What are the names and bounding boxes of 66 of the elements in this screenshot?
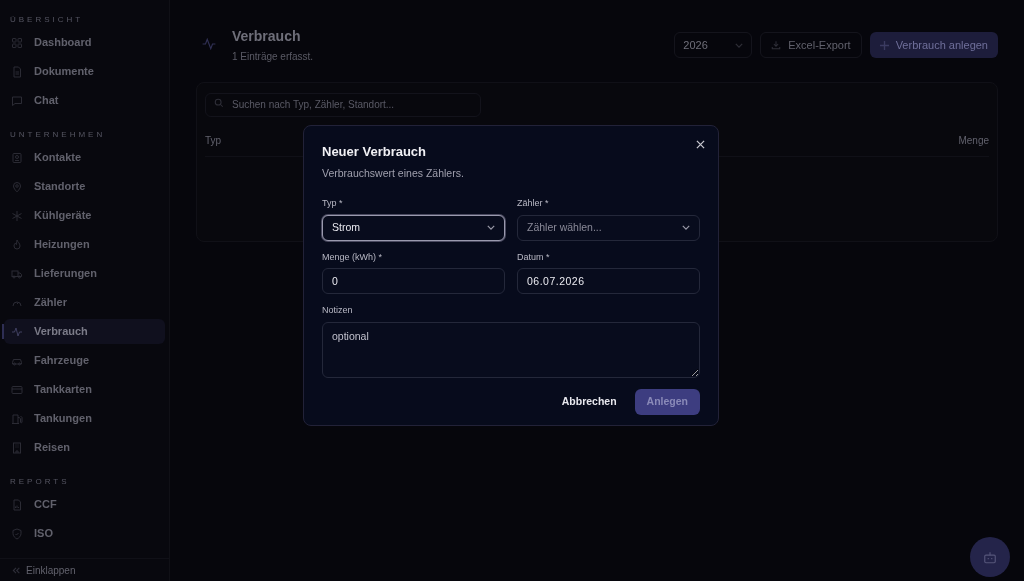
nav-icon — [11, 151, 23, 164]
chevron-down-icon — [735, 42, 744, 48]
create-button[interactable]: Verbrauch anlegen — [869, 32, 998, 58]
sidebar-item[interactable]: Fahrzeuge — [4, 348, 165, 373]
export-button[interactable]: Excel-Export — [760, 32, 862, 58]
sidebar-item[interactable]: Kontakte — [4, 145, 165, 170]
nav-icon — [11, 441, 23, 454]
sidebar-item[interactable]: ISO — [4, 521, 165, 546]
field-label: Typ * — [322, 197, 344, 211]
page-subtitle: 1 Einträge erfasst. — [232, 50, 314, 64]
field-label: Notizen — [322, 304, 354, 318]
sidebar-item[interactable]: Tankungen — [4, 406, 165, 431]
page-title: Verbrauch — [232, 27, 302, 46]
double-chevron-left-icon — [12, 567, 20, 574]
sidebar-item[interactable]: Heizungen — [4, 232, 165, 257]
nav-icon — [11, 36, 23, 49]
sidebar-item[interactable]: Lieferungen — [4, 261, 165, 286]
search-icon — [214, 98, 224, 108]
sidebar-item[interactable]: Kühlgeräte — [4, 203, 165, 228]
nav-icon — [11, 180, 23, 193]
sidebar-item[interactable]: Tankkarten — [4, 377, 165, 402]
dialog-subtitle: Verbrauchswert eines Zählers. — [322, 165, 465, 181]
section-heading: REPORTS — [9, 476, 71, 488]
robot-icon — [983, 550, 997, 564]
sidebar-item[interactable]: Zähler — [4, 290, 165, 315]
nav-icon — [11, 383, 23, 396]
nav-icon — [11, 325, 23, 338]
field-label: Datum * — [517, 250, 551, 264]
select-field[interactable]: Zähler wählen... — [517, 214, 700, 241]
column-header: Menge — [958, 134, 989, 148]
field-label: Menge (kWh) * — [322, 250, 384, 264]
nav-icon — [11, 94, 23, 107]
sidebar-item[interactable]: Reisen — [4, 435, 165, 460]
sidebar-item[interactable]: Dokumente — [4, 59, 165, 84]
cancel-button[interactable]: Abbrechen — [549, 388, 629, 415]
activity-icon — [202, 38, 216, 50]
year-select[interactable]: 2026 — [674, 32, 753, 58]
close-button[interactable] — [694, 138, 706, 150]
nav-icon — [11, 412, 23, 425]
nav-icon — [11, 238, 23, 251]
select-field[interactable]: Strom — [322, 214, 505, 241]
nav-icon — [11, 65, 23, 78]
close-icon — [695, 139, 705, 149]
notes-field[interactable]: optional — [322, 321, 700, 378]
input-field[interactable]: 0 — [322, 268, 505, 295]
sidebar-item[interactable]: Chat — [4, 88, 165, 113]
search-field[interactable]: Suchen nach Typ, Zähler, Standort... — [205, 92, 481, 117]
nav-icon — [11, 267, 23, 280]
nav-icon — [11, 498, 23, 511]
sidebar-item[interactable]: CCF — [4, 492, 165, 517]
chevron-down-icon — [487, 225, 495, 231]
section-heading: UNTERNEHMEN — [9, 129, 107, 141]
column-header: Typ — [205, 134, 222, 148]
section-heading: ÜBERSICHT — [9, 14, 85, 26]
plus-icon — [879, 40, 889, 50]
nav-icon — [11, 209, 23, 222]
date-field[interactable]: 06.07.2026 — [517, 268, 700, 295]
field-label: Zähler * — [517, 197, 550, 211]
sidebar-item[interactable]: Verbrauch — [4, 319, 165, 344]
nav-icon — [11, 527, 23, 540]
sidebar-item[interactable]: Dashboard — [4, 30, 165, 55]
collapse-button[interactable]: Einklappen — [12, 563, 76, 578]
chevron-down-icon — [682, 225, 690, 231]
download-icon — [771, 40, 782, 50]
sidebar-item[interactable]: Standorte — [4, 174, 165, 199]
dialog-title: Neuer Verbrauch — [322, 143, 428, 161]
